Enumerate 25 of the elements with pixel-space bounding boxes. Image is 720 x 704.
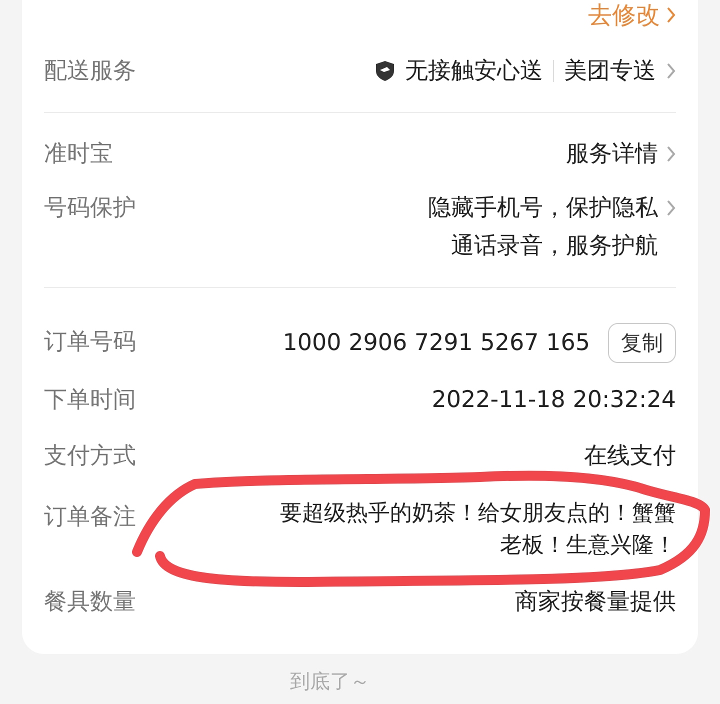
row-label: 订单备注 bbox=[44, 503, 136, 532]
order-number: 1000 2906 7291 5267 165 bbox=[282, 329, 590, 358]
row-label: 准时宝 bbox=[44, 140, 113, 169]
row-label: 下单时间 bbox=[44, 386, 136, 415]
row-value: 通话录音，服务护航 bbox=[451, 232, 658, 261]
row-label: 配送服务 bbox=[44, 57, 136, 86]
row-value: 在线支付 bbox=[584, 442, 676, 471]
row-label: 支付方式 bbox=[44, 442, 136, 471]
chevron-icon bbox=[666, 145, 676, 163]
chevron-icon bbox=[666, 62, 676, 80]
end-of-list-text: 到底了～ bbox=[289, 668, 371, 695]
copy-button[interactable]: 复制 bbox=[608, 323, 676, 363]
row-label: 号码保护 bbox=[44, 194, 136, 223]
row-value: 2022-11-18 20:32:24 bbox=[432, 386, 676, 415]
row-value[interactable]: 美团专送 bbox=[564, 52, 656, 90]
row-label: 餐具数量 bbox=[44, 588, 136, 617]
shield-icon bbox=[375, 60, 395, 82]
row-value[interactable]: 隐藏手机号，保护隐私 bbox=[428, 189, 658, 227]
row-value: 商家按餐量提供 bbox=[515, 588, 676, 617]
chevron-icon bbox=[666, 6, 676, 24]
order-note: 要超级热乎的奶茶！给女朋友点的！蟹蟹老板！生意兴隆！ bbox=[279, 500, 676, 560]
row-value[interactable]: 服务详情 bbox=[566, 135, 658, 173]
service-label: 无接触安心送 bbox=[405, 57, 543, 86]
chevron-icon bbox=[666, 199, 676, 217]
row-label: 订单号码 bbox=[44, 328, 136, 357]
